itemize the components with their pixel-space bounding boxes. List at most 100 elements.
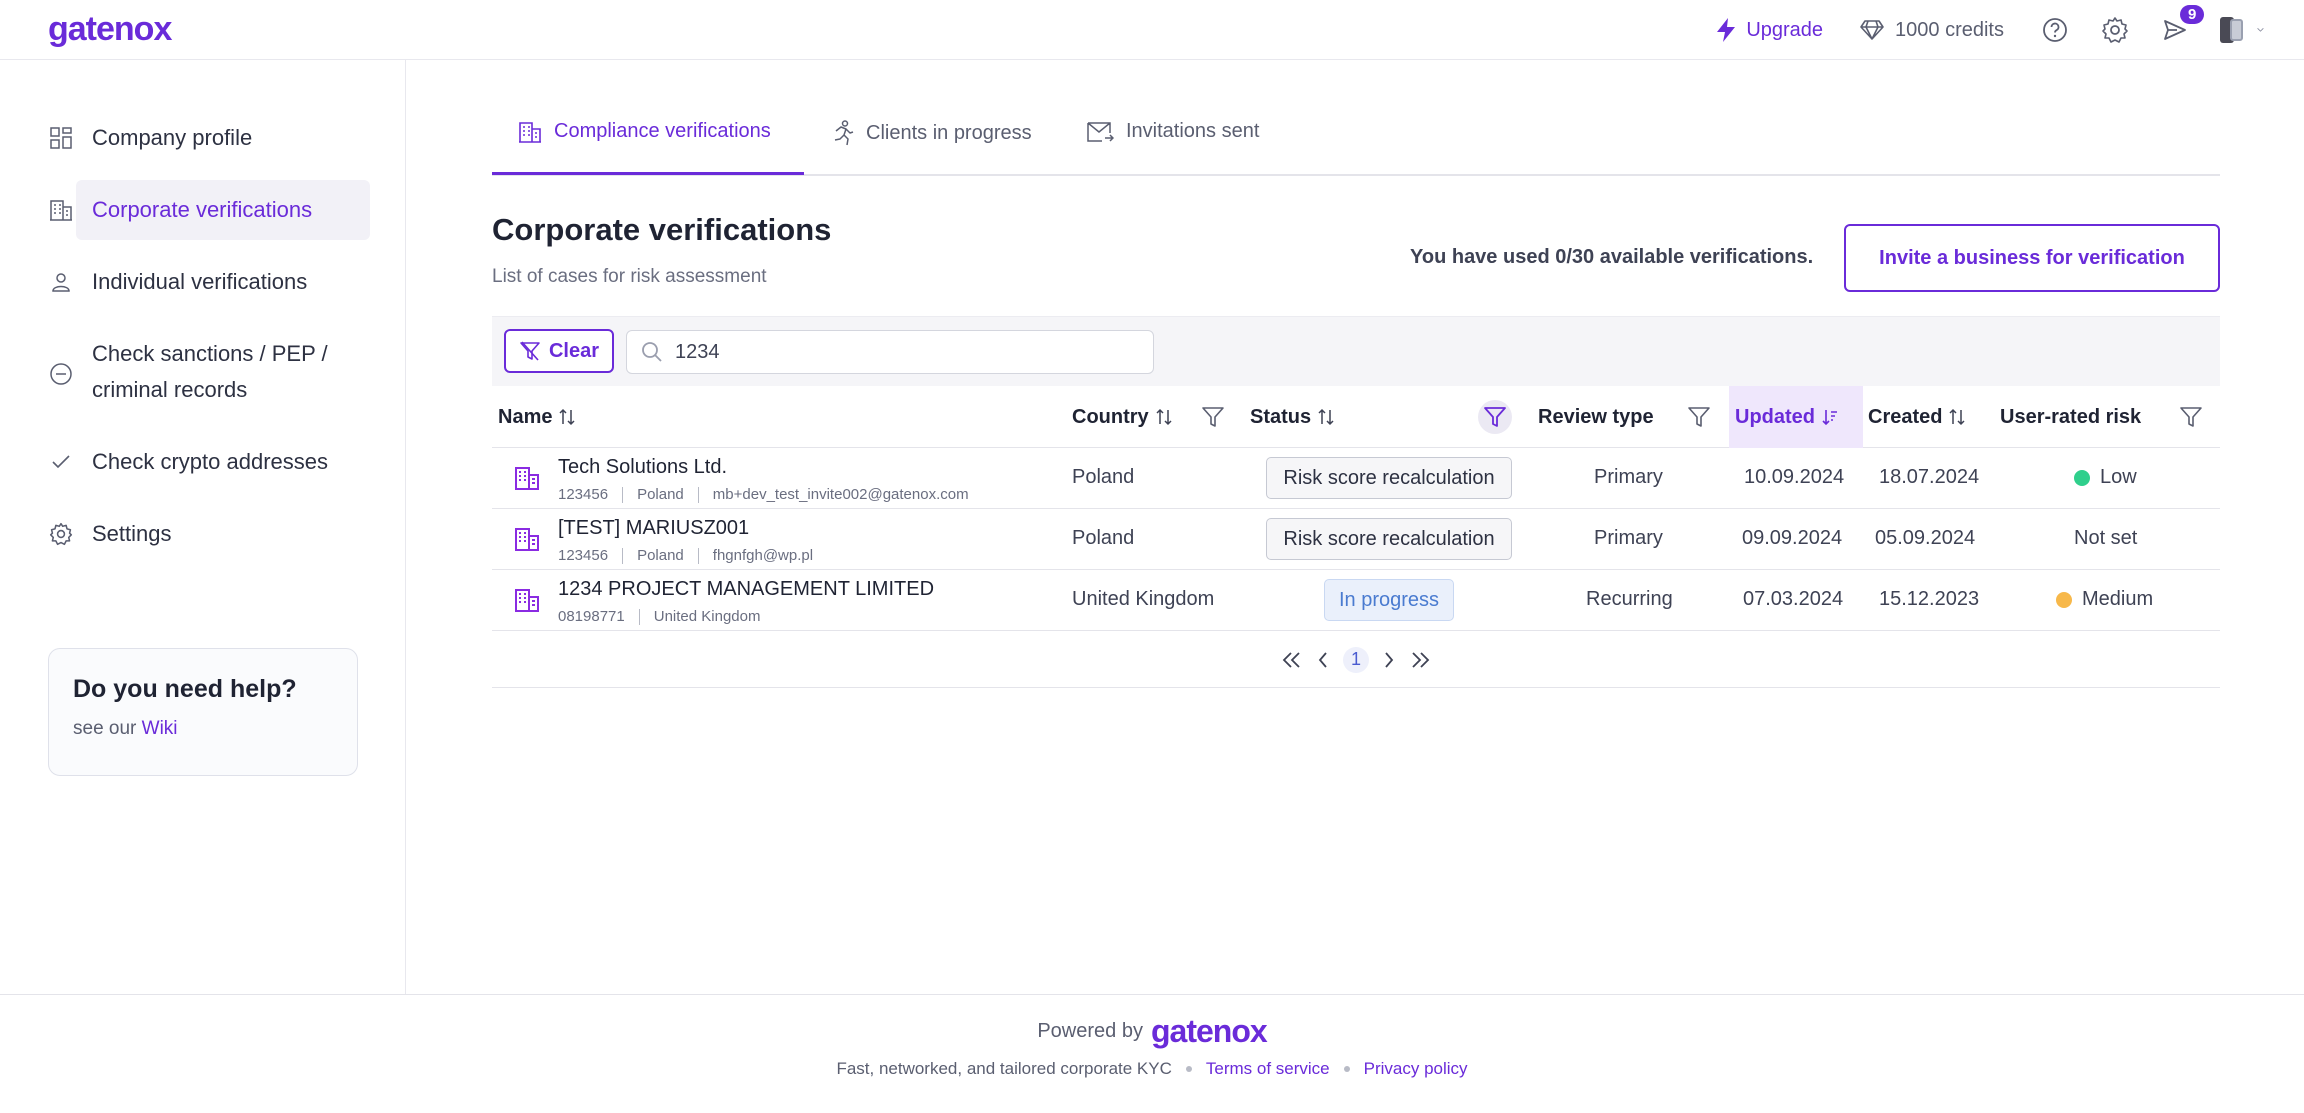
table-row[interactable]: [TEST] MARIUSZ001 123456 Poland fhgnfgh@… <box>492 509 2220 570</box>
column-label: Created <box>1868 405 1943 428</box>
help-card: Do you need help? see our Wiki <box>48 648 358 776</box>
tab-label: Compliance verifications <box>554 120 771 142</box>
usage-info: You have used 0/30 available verificatio… <box>1410 246 1814 268</box>
updated-cell: 10.09.2024 <box>1744 466 1845 488</box>
column-label: Name <box>498 405 553 428</box>
status-filter-button[interactable] <box>1478 400 1512 434</box>
table-row[interactable]: 1234 PROJECT MANAGEMENT LIMITED 08198771… <box>492 570 2220 631</box>
building-icon <box>519 121 541 143</box>
user-avatar-menu[interactable] <box>2220 15 2264 45</box>
risk-cell: Not set <box>2074 527 2137 550</box>
column-header-user-rated-risk: User-rated risk <box>2000 386 2141 448</box>
footer: Powered by gatenox Fast, networked, and … <box>0 994 2304 1113</box>
next-page-button[interactable] <box>1383 651 1395 669</box>
created-cell: 18.07.2024 <box>1879 466 1980 488</box>
terms-link[interactable]: Terms of service <box>1206 1059 1330 1079</box>
column-header-status[interactable]: Status <box>1250 386 1335 448</box>
sidebar-item-label: Company profile <box>92 125 253 150</box>
building-icon <box>515 528 539 551</box>
column-header-name[interactable]: Name <box>498 386 576 448</box>
status-badge: Risk score recalculation <box>1266 518 1512 560</box>
settings-button[interactable] <box>2100 15 2130 45</box>
sidebar-item-label-line2: criminal records <box>92 377 248 402</box>
tab-invitations-sent[interactable]: Invitations sent <box>1086 120 1259 143</box>
risk-low-dot <box>2074 469 2090 486</box>
wiki-link[interactable]: Wiki <box>142 718 178 739</box>
review-type-cell: Primary <box>1594 527 1663 549</box>
invite-business-button[interactable]: Invite a business for verification <box>1844 224 2220 292</box>
help-button[interactable] <box>2040 15 2070 45</box>
help-text: see our Wiki <box>73 718 333 740</box>
company-country: United Kingdom <box>653 608 761 625</box>
risk-cell: Medium <box>2056 588 2153 611</box>
search-field[interactable] <box>626 330 1154 374</box>
sort-icon <box>1156 408 1172 426</box>
first-page-button[interactable] <box>1281 651 1303 669</box>
column-label: Status <box>1250 405 1312 428</box>
upgrade-button[interactable]: Upgrade <box>1714 17 1823 43</box>
footer-links: Fast, networked, and tailored corporate … <box>0 1059 2304 1079</box>
avatar-secondary <box>2229 19 2244 41</box>
tab-bar: Compliance verifications Clients in prog… <box>492 104 2220 176</box>
filter-bar: Clear <box>492 316 2220 386</box>
review-type-cell: Recurring <box>1586 588 1673 610</box>
building-icon <box>48 192 74 228</box>
company-number: 08198771 <box>558 608 625 625</box>
updated-cell: 07.03.2024 <box>1743 588 1844 610</box>
chevron-left-icon <box>1318 651 1327 668</box>
column-header-created[interactable]: Created <box>1868 386 1966 448</box>
previous-page-button[interactable] <box>1317 651 1329 669</box>
credits-display[interactable]: 1000 credits <box>1859 19 2004 42</box>
footer-tagline: Fast, networked, and tailored corporate … <box>836 1059 1172 1078</box>
company-meta: 08198771 United Kingdom <box>558 608 760 625</box>
company-country: Poland <box>637 486 684 503</box>
tab-compliance-verifications[interactable]: Compliance verifications <box>518 120 771 143</box>
company-country: Poland <box>637 547 684 564</box>
status-badge: In progress <box>1324 579 1454 621</box>
sidebar-item-settings[interactable]: Settings <box>48 516 172 552</box>
sidebar-item-company-profile[interactable]: Company profile <box>48 120 252 156</box>
table-row[interactable]: Tech Solutions Ltd. 123456 Poland mb+dev… <box>492 448 2220 509</box>
upgrade-label: Upgrade <box>1746 18 1824 41</box>
clear-filters-button[interactable]: Clear <box>504 329 614 373</box>
sidebar-item-check-crypto[interactable]: Check crypto addresses <box>48 444 328 480</box>
page-number-current[interactable]: 1 <box>1343 646 1369 673</box>
sort-descending-icon <box>1822 410 1837 426</box>
tab-label: Clients in progress <box>866 121 1032 144</box>
last-page-button[interactable] <box>1409 651 1431 669</box>
status-badge: Risk score recalculation <box>1266 457 1512 499</box>
powered-by: Powered by gatenox <box>0 1013 2304 1050</box>
sidebar-item-individual-verifications[interactable]: Individual verifications <box>48 264 307 300</box>
minus-circle-icon <box>48 336 74 412</box>
building-icon <box>515 589 539 612</box>
column-header-country[interactable]: Country <box>1072 386 1173 448</box>
filter-icon <box>1688 407 1710 427</box>
column-label: Country <box>1072 405 1149 428</box>
privacy-link[interactable]: Privacy policy <box>1364 1059 1468 1079</box>
sidebar-item-check-sanctions[interactable]: Check sanctions / PEP / criminal records <box>48 336 328 412</box>
column-label: Review type <box>1538 405 1654 428</box>
column-header-updated[interactable]: Updated <box>1729 386 1863 448</box>
tab-clients-in-progress[interactable]: Clients in progress <box>832 120 1032 146</box>
chevrons-left-icon <box>1282 651 1300 668</box>
page-subtitle: List of cases for risk assessment <box>492 266 767 287</box>
powered-by-label: Powered by <box>1037 1020 1143 1042</box>
company-name: Tech Solutions Ltd. <box>558 456 727 478</box>
sidebar-item-corporate-verifications[interactable]: Corporate verifications <box>48 192 312 228</box>
company-meta: 123456 Poland mb+dev_test_invite002@gate… <box>558 486 969 503</box>
sidebar-item-label-line1: Check sanctions / PEP / <box>92 341 328 366</box>
search-input[interactable] <box>675 340 1115 364</box>
company-email: mb+dev_test_invite002@gatenox.com <box>712 486 969 503</box>
risk-label: Low <box>2100 466 2137 488</box>
risk-cell: Low <box>2074 466 2137 489</box>
table-header: Name Country Status Review type Updated … <box>492 386 2220 448</box>
country-filter-button[interactable] <box>1196 400 1230 434</box>
company-number: 123456 <box>558 547 609 564</box>
company-meta: 123456 Poland fhgnfgh@wp.pl <box>558 547 813 564</box>
notifications-button[interactable]: 9 <box>2160 5 2205 45</box>
column-label: Updated <box>1735 405 1815 428</box>
app-logo[interactable]: gatenox <box>48 10 172 49</box>
grid-icon <box>48 120 74 156</box>
review-type-filter-button[interactable] <box>1682 400 1716 434</box>
risk-filter-button[interactable] <box>2174 400 2208 434</box>
